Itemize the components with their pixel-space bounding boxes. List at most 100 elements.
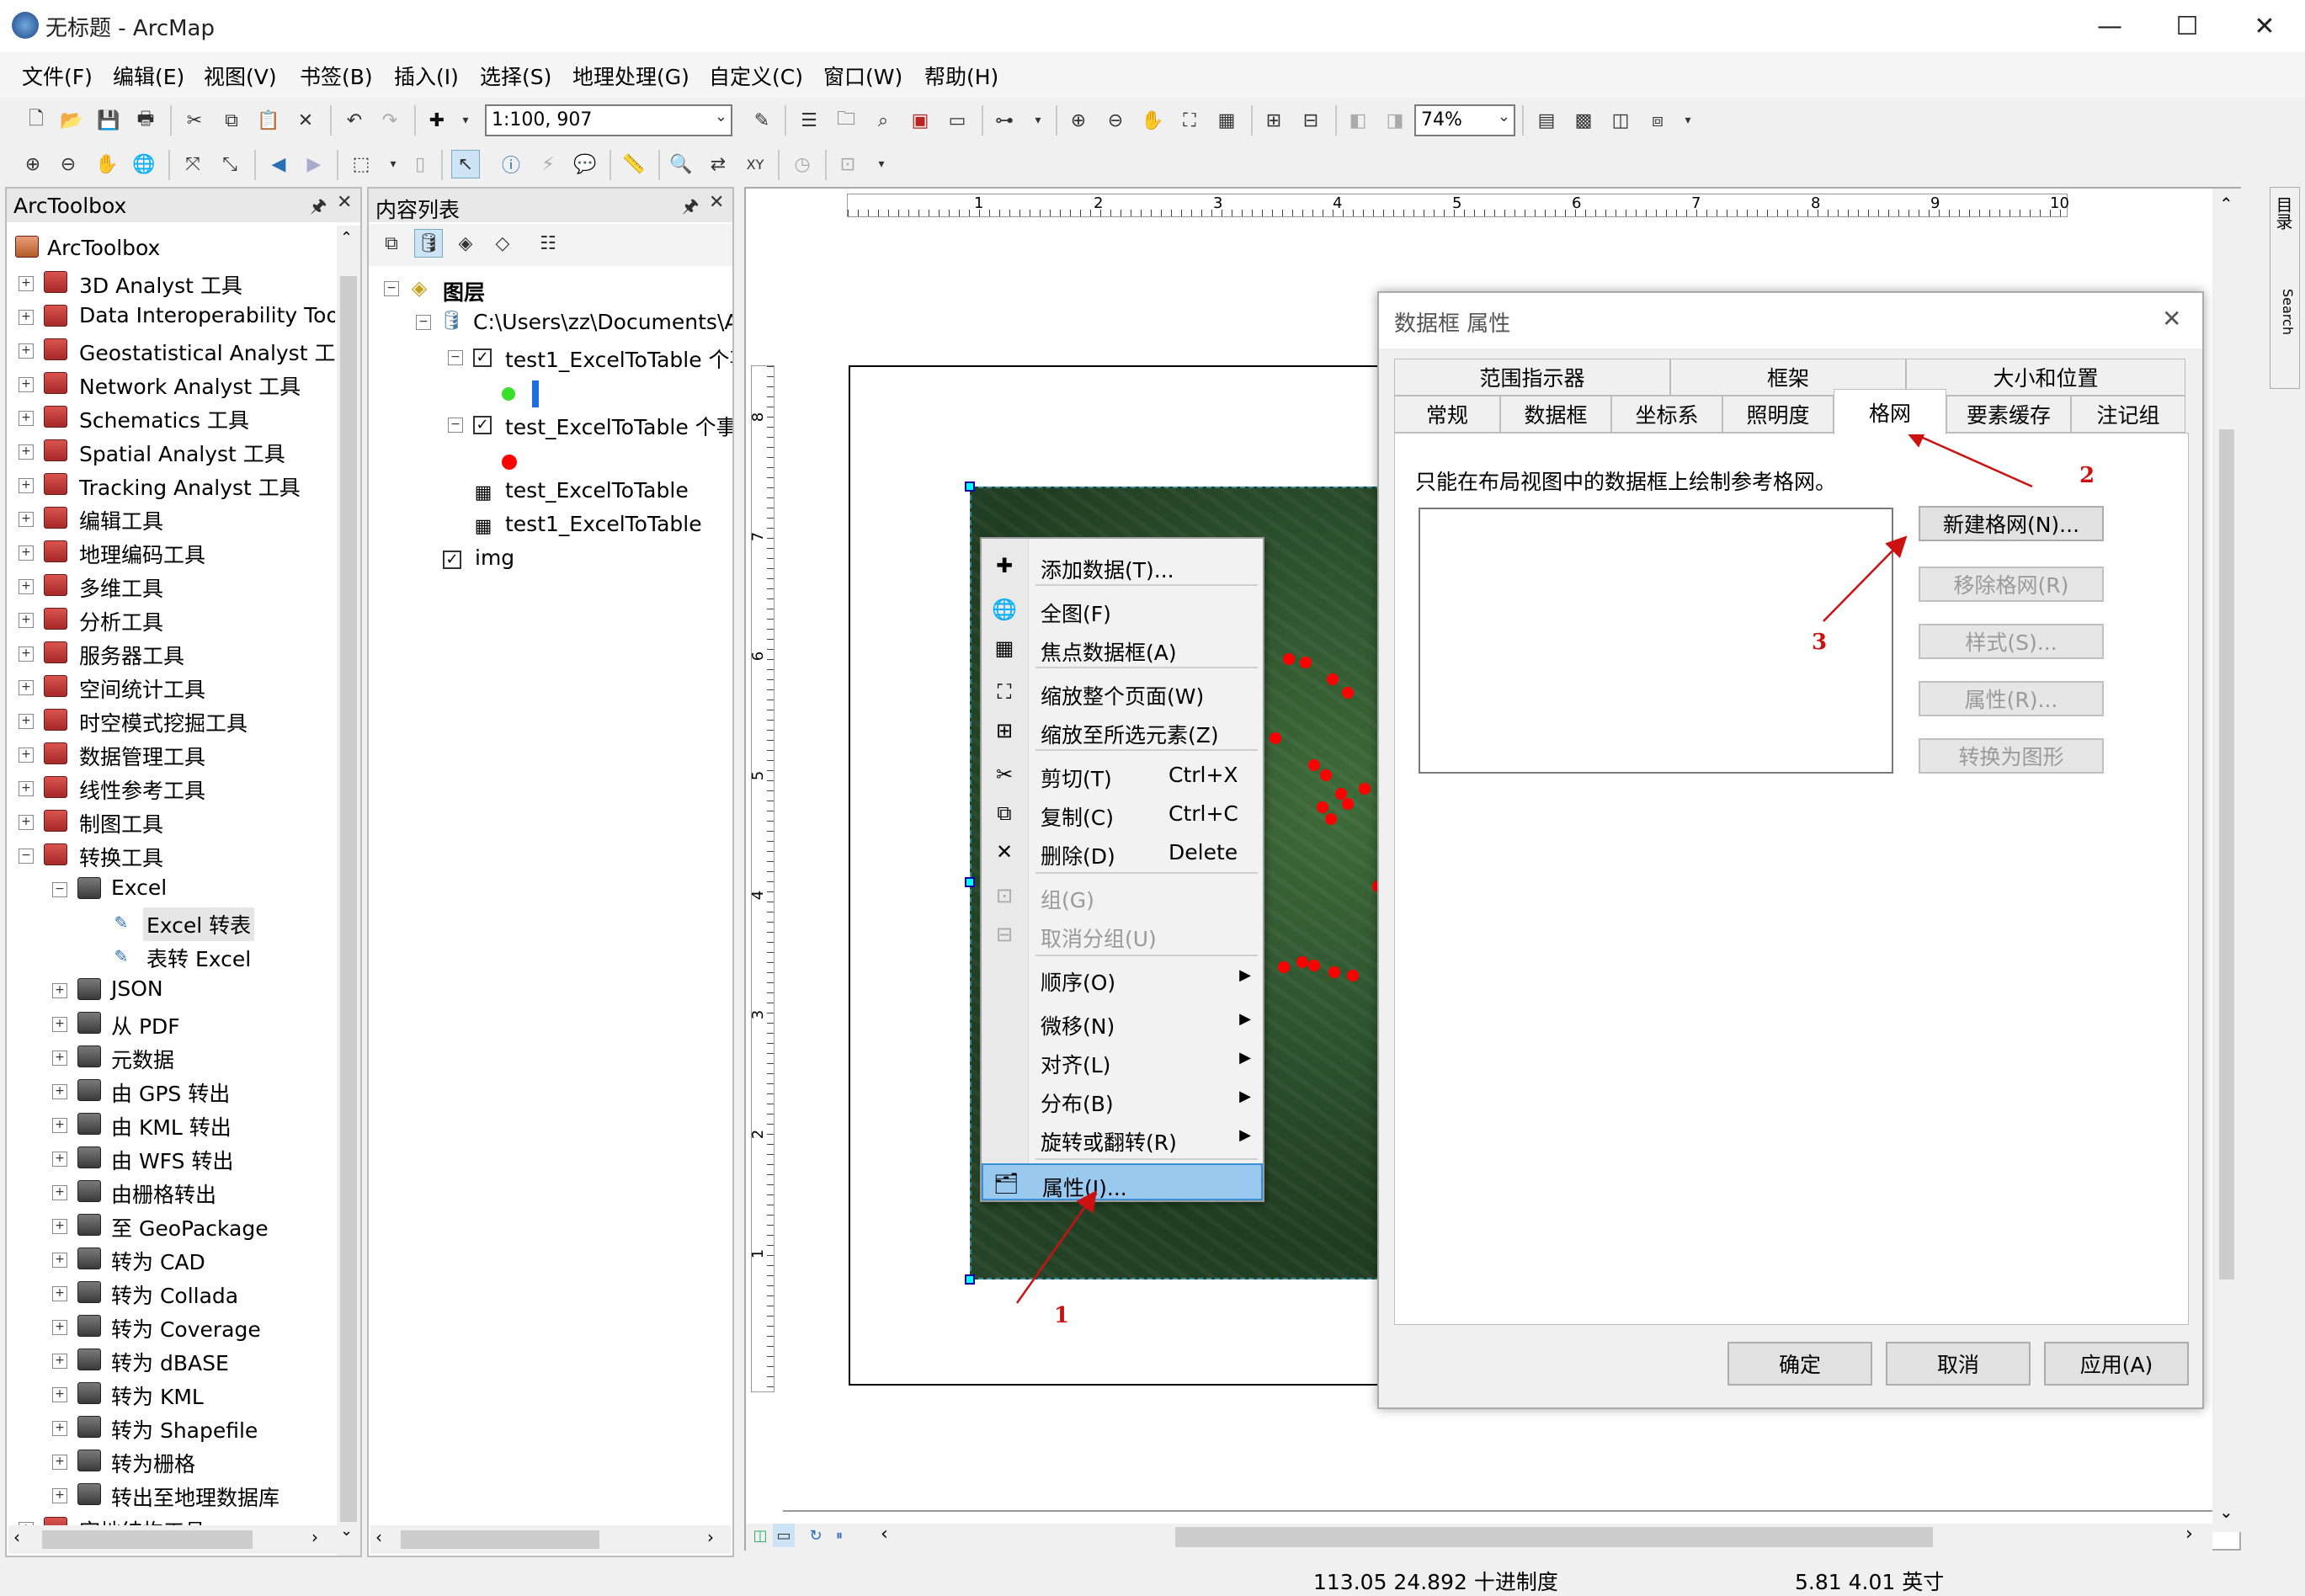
red-point-symbol[interactable] bbox=[502, 455, 517, 470]
context-menu-item[interactable]: ✕ 删除(D) Delete bbox=[982, 833, 1263, 870]
list-by-source-icon[interactable]: 🛢 bbox=[414, 229, 443, 258]
layer1-visibility-checkbox[interactable]: ✓ bbox=[473, 348, 492, 367]
fixed-zoom-out-icon[interactable]: ⊟ bbox=[1296, 106, 1325, 135]
collapse-icon[interactable]: − bbox=[19, 849, 34, 864]
maximize-button[interactable]: ☐ bbox=[2148, 0, 2226, 52]
fixed-zoom-in-map-icon[interactable]: ⤧ bbox=[178, 150, 207, 178]
scroll-down-icon[interactable]: ⌄ bbox=[340, 1522, 353, 1540]
scroll-right-icon[interactable]: › bbox=[707, 1527, 714, 1547]
ok-button[interactable]: 确定 bbox=[1727, 1342, 1872, 1386]
expand-icon[interactable]: + bbox=[19, 310, 34, 325]
layout-vscrollbar[interactable]: ⌃ ⌄ bbox=[2212, 189, 2241, 1532]
layer-test1[interactable]: test1_ExcelToTable 个事 bbox=[505, 343, 732, 374]
expand-icon[interactable]: + bbox=[19, 276, 34, 291]
collapse-icon[interactable]: − bbox=[448, 418, 463, 433]
expand-icon[interactable]: + bbox=[19, 377, 34, 392]
layout-view-icon[interactable]: ▭ bbox=[773, 1524, 795, 1547]
toolset-item[interactable]: 至 GeoPackage bbox=[111, 1212, 269, 1242]
list-by-selection-icon[interactable]: ◇ bbox=[488, 229, 517, 258]
context-menu-item[interactable]: 分布(B) ▶ bbox=[982, 1081, 1263, 1118]
scroll-up-icon[interactable]: ⌃ bbox=[340, 229, 353, 247]
menu-help[interactable]: 帮助(H) bbox=[924, 61, 998, 91]
apply-button[interactable]: 应用(A) bbox=[2044, 1342, 2189, 1386]
clear-selection-icon[interactable]: ▯ bbox=[406, 150, 434, 178]
menu-edit[interactable]: 编辑(E) bbox=[113, 61, 184, 91]
context-menu-item[interactable]: ✂ 剪切(T) Ctrl+X bbox=[982, 756, 1263, 793]
context-menu-item[interactable]: ▦ 焦点数据框(A) bbox=[982, 630, 1263, 667]
toolbox-item[interactable]: 线性参考工具 bbox=[79, 774, 205, 805]
layers-group[interactable]: 图层 bbox=[443, 276, 485, 306]
editor-toolbar-icon[interactable]: ✎ bbox=[748, 106, 776, 135]
tool-item[interactable]: 表转 Excel bbox=[146, 943, 251, 973]
change-layout-icon[interactable]: ◫ bbox=[1606, 106, 1635, 135]
paste-icon[interactable]: 📋 bbox=[254, 106, 283, 135]
resize-handle[interactable] bbox=[965, 1274, 975, 1285]
toolset-item[interactable]: 转为 Shapefile bbox=[111, 1414, 258, 1444]
expand-icon[interactable]: + bbox=[52, 983, 67, 998]
toolset-item[interactable]: 由栅格转出 bbox=[111, 1178, 216, 1209]
toolset-item[interactable]: 转为 dBASE bbox=[111, 1347, 229, 1377]
toolbox-item[interactable]: 时空模式挖掘工具 bbox=[79, 707, 248, 737]
select-elements-icon[interactable]: ↖ bbox=[451, 150, 480, 178]
expand-icon[interactable]: + bbox=[52, 1354, 67, 1369]
toolbox-item[interactable]: Tracking Analyst 工具 bbox=[79, 471, 301, 502]
close-icon[interactable]: ✕ bbox=[709, 192, 724, 213]
toolset-item[interactable]: 转为 Coverage bbox=[111, 1313, 261, 1343]
expand-icon[interactable]: + bbox=[19, 512, 34, 527]
toggle-draft-icon[interactable]: ▤ bbox=[1532, 106, 1561, 135]
layer2-visibility-checkbox[interactable]: ✓ bbox=[473, 416, 492, 434]
zoom-in-page-icon[interactable]: ⊕ bbox=[1064, 106, 1093, 135]
toolset-item[interactable]: 转出至地理数据库 bbox=[111, 1482, 279, 1512]
expand-icon[interactable]: + bbox=[52, 1152, 67, 1167]
tab-row2[interactable]: 注记组 bbox=[2071, 396, 2185, 433]
toolbox-item[interactable]: 服务器工具 bbox=[79, 640, 184, 670]
expand-icon[interactable]: + bbox=[52, 1017, 67, 1032]
expand-icon[interactable]: + bbox=[19, 478, 34, 493]
tab-row2[interactable]: 常规 bbox=[1394, 396, 1500, 433]
tab-row2[interactable]: 坐标系 bbox=[1611, 396, 1722, 433]
toc-options-icon[interactable]: ☷ bbox=[534, 229, 562, 258]
toolset-excel[interactable]: Excel bbox=[111, 875, 167, 900]
fixed-zoom-out-map-icon[interactable]: ⤡ bbox=[216, 150, 244, 178]
img-visibility-checkbox[interactable]: ✓ bbox=[443, 551, 461, 569]
go-to-xy-icon[interactable]: XY bbox=[741, 150, 769, 178]
toolbox-vscroll-thumb[interactable] bbox=[340, 276, 357, 1522]
save-icon[interactable]: 💾 bbox=[94, 106, 123, 135]
toolbox-item[interactable]: Schematics 工具 bbox=[79, 404, 249, 434]
expand-icon[interactable]: + bbox=[52, 1455, 67, 1470]
menu-view[interactable]: 视图(V) bbox=[204, 61, 277, 91]
context-menu-item[interactable]: 🌐 全图(F) bbox=[982, 591, 1263, 628]
expand-icon[interactable]: + bbox=[19, 444, 34, 460]
copy-toolbar-icon[interactable]: ⧉ bbox=[217, 106, 246, 135]
measure-icon[interactable]: 📏 bbox=[620, 150, 648, 178]
collapse-icon[interactable]: − bbox=[416, 315, 431, 330]
identify-icon[interactable]: ⓘ bbox=[497, 150, 525, 178]
pin-icon[interactable]: 🖈 bbox=[310, 192, 327, 224]
context-menu-item[interactable]: ⧉ 复制(C) Ctrl+C bbox=[982, 795, 1263, 832]
toolbox-item[interactable]: Data Interoperability Tool bbox=[79, 303, 335, 327]
grid-button[interactable]: 新建格网(N)... bbox=[1919, 506, 2104, 541]
toolset-item[interactable]: 转为 KML bbox=[111, 1381, 204, 1411]
toolbox-item[interactable]: 分析工具 bbox=[79, 606, 163, 636]
expand-icon[interactable]: + bbox=[19, 411, 34, 426]
expand-icon[interactable]: + bbox=[52, 1253, 67, 1268]
previous-extent-icon[interactable]: ◧ bbox=[1344, 106, 1372, 135]
print-icon[interactable]: 🖶 bbox=[131, 106, 160, 135]
expand-icon[interactable]: + bbox=[52, 1286, 67, 1301]
zoom-out-page-icon[interactable]: ⊖ bbox=[1101, 106, 1130, 135]
data-view-icon[interactable]: ◫ bbox=[749, 1524, 771, 1547]
select-dropdown-icon[interactable]: ▾ bbox=[379, 150, 407, 178]
tab-row2[interactable]: 数据框 bbox=[1500, 396, 1611, 433]
toolbox-item[interactable]: 空间统计工具 bbox=[79, 673, 205, 704]
expand-icon[interactable]: + bbox=[52, 1118, 67, 1133]
expand-icon[interactable]: + bbox=[52, 1387, 67, 1402]
map-scale-combo[interactable]: 1:100, 907 ⌄ bbox=[485, 104, 732, 136]
find-icon[interactable]: 🔍 bbox=[667, 150, 695, 178]
python-window-icon[interactable]: ▭ bbox=[943, 106, 972, 135]
menu-windows[interactable]: 窗口(W) bbox=[823, 61, 902, 91]
tab-grids-active[interactable]: 格网 bbox=[1834, 389, 1946, 434]
undo-icon[interactable]: ↶ bbox=[340, 106, 369, 135]
toolbox-item[interactable]: 多维工具 bbox=[79, 572, 163, 603]
model-builder-icon[interactable]: ⊶ bbox=[990, 106, 1019, 135]
expand-icon[interactable]: + bbox=[19, 747, 34, 763]
